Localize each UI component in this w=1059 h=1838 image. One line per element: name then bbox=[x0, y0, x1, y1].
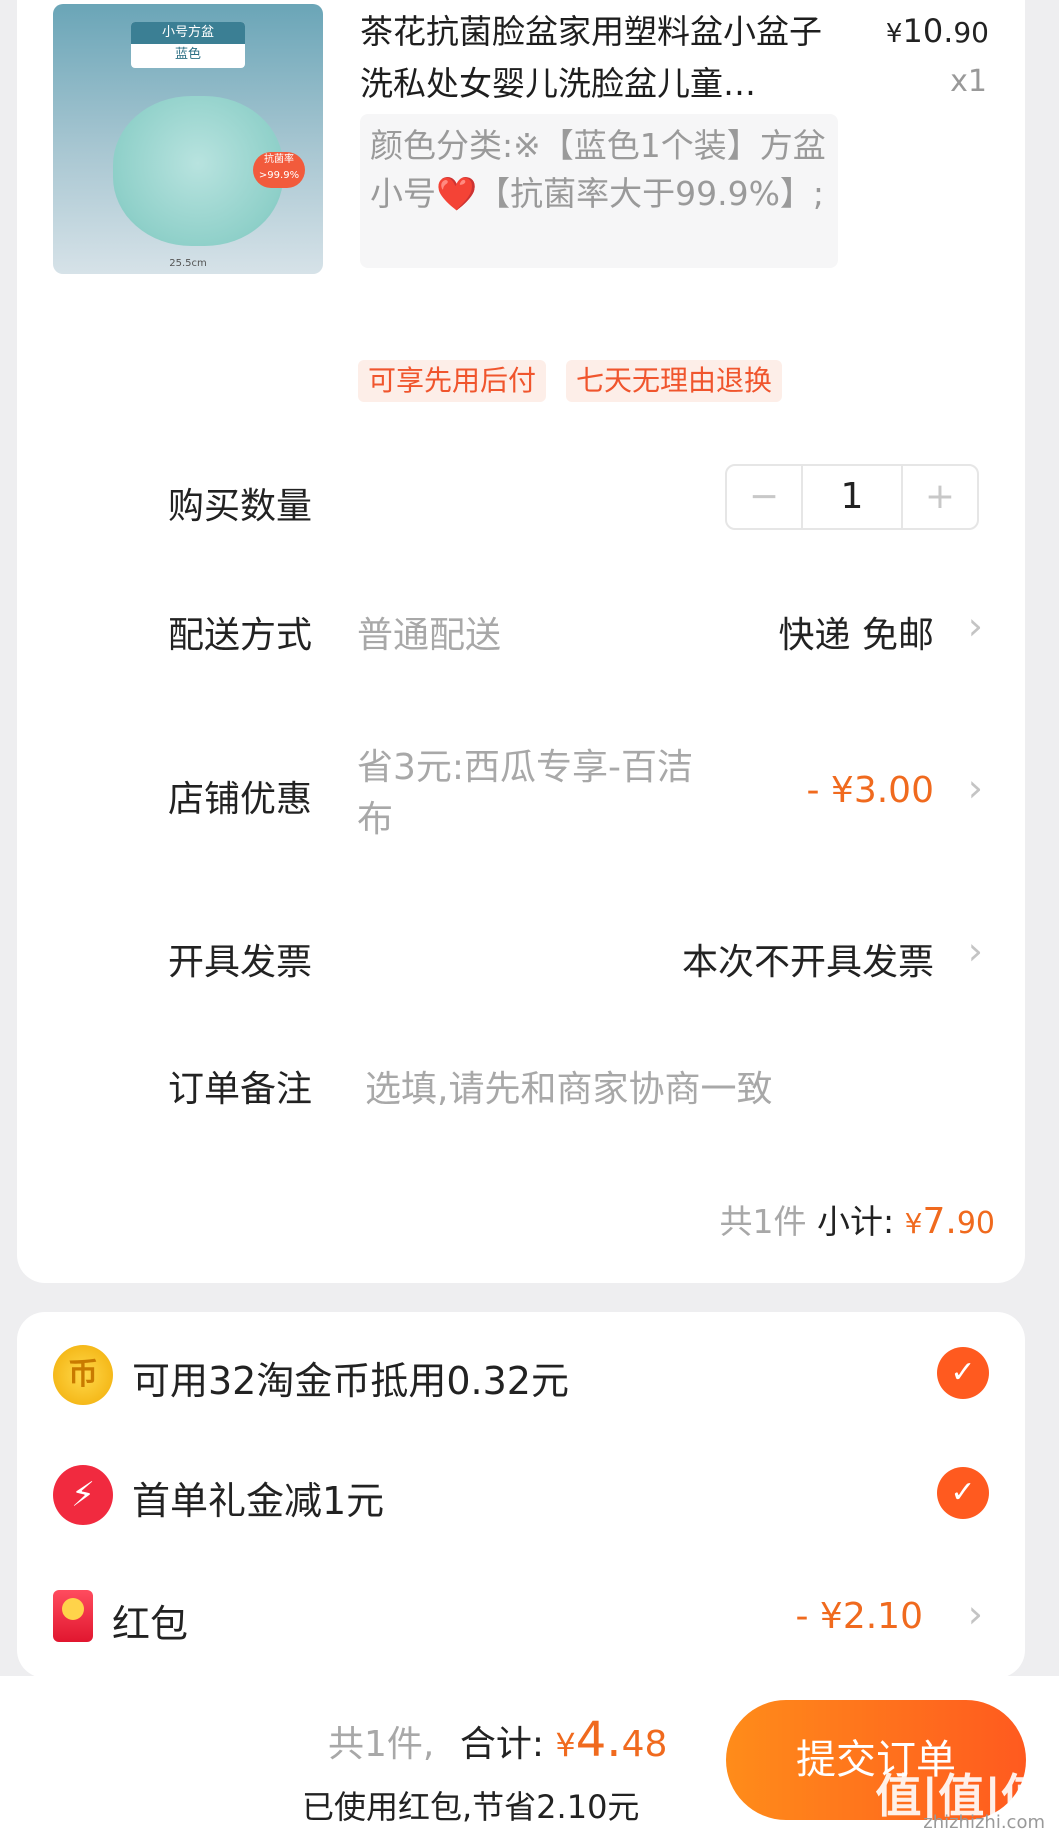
delivery-value[interactable]: 快递 免邮 bbox=[779, 606, 934, 658]
price-int: 10. bbox=[902, 12, 954, 50]
invoice-value[interactable]: 本次不开具发票 bbox=[682, 933, 934, 985]
thumb-dimension: 25.5cm bbox=[169, 258, 207, 269]
total-label: 合计: bbox=[459, 1724, 544, 1765]
store-discount-desc: 省3元:西瓜专享-百洁布 bbox=[357, 747, 694, 840]
subtotal-cents: 90 bbox=[956, 1206, 995, 1241]
total-int: 4. bbox=[575, 1712, 622, 1768]
coin-deduction-text: 可用32淘金币抵用0.32元 bbox=[132, 1359, 569, 1403]
store-discount-value[interactable]: - ¥3.00 bbox=[807, 770, 935, 811]
thumb-tag-top: 小号方盆 bbox=[131, 22, 245, 44]
qty-label: 购买数量 bbox=[168, 486, 313, 527]
subtotal-symbol: ¥ bbox=[904, 1207, 923, 1240]
thumb-badge: 抗菌率>99.9% bbox=[253, 152, 305, 188]
lightning-icon: ⚡ bbox=[53, 1465, 113, 1525]
note-label: 订单备注 bbox=[168, 1069, 313, 1110]
check-icon[interactable]: ✓ bbox=[937, 1467, 989, 1519]
hongbao-value[interactable]: - ¥2.10 bbox=[796, 1596, 924, 1637]
chevron-right-icon[interactable]: › bbox=[968, 766, 983, 810]
first-order-text: 首单礼金减1元 bbox=[132, 1479, 385, 1523]
thumb-tag: 小号方盆 蓝色 bbox=[131, 22, 245, 68]
chevron-right-icon[interactable]: › bbox=[968, 604, 983, 648]
tag-seven-day-return: 七天无理由退换 bbox=[566, 360, 783, 402]
invoice-label: 开具发票 bbox=[168, 942, 313, 983]
price-cents: 90 bbox=[953, 16, 989, 49]
qty-minus-button[interactable]: − bbox=[727, 466, 801, 528]
price-symbol: ¥ bbox=[885, 19, 903, 49]
note-input[interactable]: 选填,请先和商家协商一致 bbox=[365, 1060, 772, 1112]
saved-text: 已使用红包,节省2.10元 bbox=[302, 1788, 640, 1826]
subtotal-label: 小计: bbox=[817, 1202, 895, 1241]
delivery-type: 普通配送 bbox=[357, 615, 502, 656]
quantity-stepper: − 1 + bbox=[725, 464, 979, 530]
product-title[interactable]: 茶花抗菌脸盆家用塑料盆小盆子洗私处女婴儿洗脸盆儿童… bbox=[360, 6, 830, 110]
hongbao-label: 红包 bbox=[112, 1602, 189, 1646]
tag-pay-later: 可享先用后付 bbox=[358, 360, 547, 402]
total-cents: 48 bbox=[621, 1724, 668, 1765]
total-symbol: ¥ bbox=[555, 1726, 576, 1764]
chevron-right-icon[interactable]: › bbox=[968, 929, 983, 973]
qty-plus-button[interactable]: + bbox=[903, 466, 977, 528]
chevron-right-icon[interactable]: › bbox=[968, 1592, 983, 1636]
thumb-tag-bottom: 蓝色 bbox=[174, 47, 201, 62]
product-spec[interactable]: 颜色分类:※【蓝色1个装】方盆小号❤️【抗菌率大于99.9%】; bbox=[360, 114, 838, 268]
watermark-url: zhizhizhi.com bbox=[923, 1812, 1045, 1833]
store-discount-label: 店铺优惠 bbox=[168, 779, 313, 820]
check-icon[interactable]: ✓ bbox=[937, 1347, 989, 1399]
gold-coin-icon: 币 bbox=[53, 1345, 113, 1405]
delivery-label: 配送方式 bbox=[168, 615, 313, 656]
total-line: 共1件, 合计: ¥4.48 bbox=[328, 1712, 667, 1768]
product-price: ¥10.90 bbox=[886, 12, 989, 50]
product-thumbnail[interactable]: 小号方盆 蓝色 抗菌率>99.9% 25.5cm bbox=[53, 4, 323, 274]
total-count: 共1件, bbox=[328, 1724, 435, 1765]
subtotal: 共1件 小计: ¥7.90 bbox=[720, 1195, 996, 1243]
qty-value[interactable]: 1 bbox=[801, 466, 903, 528]
subtotal-count: 共1件 bbox=[719, 1202, 807, 1241]
subtotal-int: 7. bbox=[922, 1201, 957, 1242]
product-quantity: x1 bbox=[950, 64, 987, 99]
red-packet-icon bbox=[53, 1590, 93, 1642]
